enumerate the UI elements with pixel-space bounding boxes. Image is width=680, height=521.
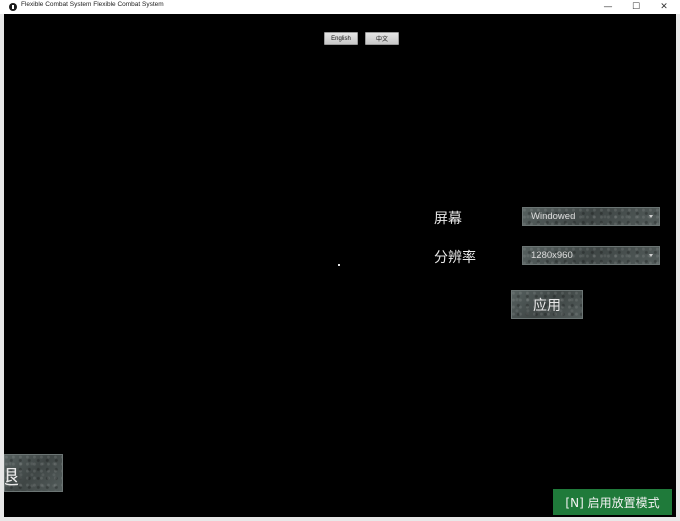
maximize-button[interactable]: ☐ (622, 0, 650, 14)
center-crosshair-dot (338, 264, 340, 266)
resolution-value: 1280x960 (531, 250, 573, 261)
window-title: Flexible Combat System Flexible Combat S… (21, 1, 164, 8)
resolution-label: 分辨率 (434, 250, 476, 266)
window-border-right (676, 14, 680, 521)
minimize-button[interactable]: — (594, 0, 622, 14)
back-button[interactable]: 退 (4, 454, 63, 492)
apply-button[interactable]: 应用 (511, 290, 583, 319)
game-viewport: English 中文 屏幕 Windowed 分辨率 1280x960 应用 退… (4, 14, 676, 517)
resolution-dropdown[interactable]: 1280x960 (522, 246, 660, 265)
window-titlebar: Flexible Combat System Flexible Combat S… (0, 0, 680, 14)
place-mode-button[interactable]: [N] 启用放置模式 (553, 489, 672, 515)
back-button-label: 退 (5, 461, 19, 490)
screen-mode-dropdown[interactable]: Windowed (522, 207, 660, 226)
screen-mode-label: 屏幕 (434, 211, 462, 227)
chevron-down-icon (649, 215, 653, 218)
chevron-down-icon (649, 254, 653, 257)
app-icon (9, 3, 17, 11)
english-language-button[interactable]: English (324, 32, 358, 45)
chinese-language-button[interactable]: 中文 (365, 32, 399, 45)
screen-mode-value: Windowed (531, 211, 576, 222)
close-button[interactable]: ✕ (650, 0, 678, 14)
window-border-bottom (0, 517, 680, 521)
